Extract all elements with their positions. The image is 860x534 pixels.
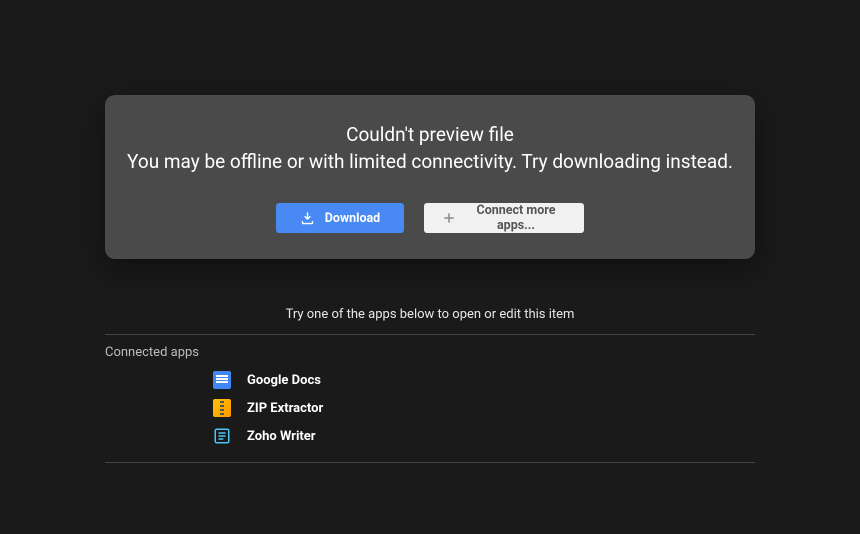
connect-more-apps-button[interactable]: Connect more apps... [424,203,584,233]
app-label: Google Docs [247,373,321,388]
zip-extractor-icon [213,399,231,417]
plus-icon [442,211,456,225]
download-button[interactable]: Download [276,203,404,233]
app-item-google-docs[interactable]: Google Docs [105,366,755,394]
app-item-zoho-writer[interactable]: Zoho Writer [105,422,755,450]
download-icon [300,211,315,226]
zoho-writer-icon [213,427,231,445]
download-label: Download [325,211,380,226]
app-item-zip-extractor[interactable]: ZIP Extractor [105,394,755,422]
apps-section: Try one of the apps below to open or edi… [105,307,755,463]
app-label: Zoho Writer [247,429,316,444]
app-list: Google Docs ZIP Extractor Zoho Writer [105,366,755,463]
button-row: Download Connect more apps... [125,203,735,233]
error-subtitle: You may be offline or with limited conne… [125,150,735,173]
error-title: Couldn't preview file [125,123,735,146]
app-label: ZIP Extractor [247,401,323,416]
connected-apps-header: Connected apps [105,335,755,366]
apps-hint: Try one of the apps below to open or edi… [105,307,755,335]
google-docs-icon [213,371,231,389]
error-card: Couldn't preview file You may be offline… [105,95,755,259]
connect-more-label: Connect more apps... [466,203,566,233]
